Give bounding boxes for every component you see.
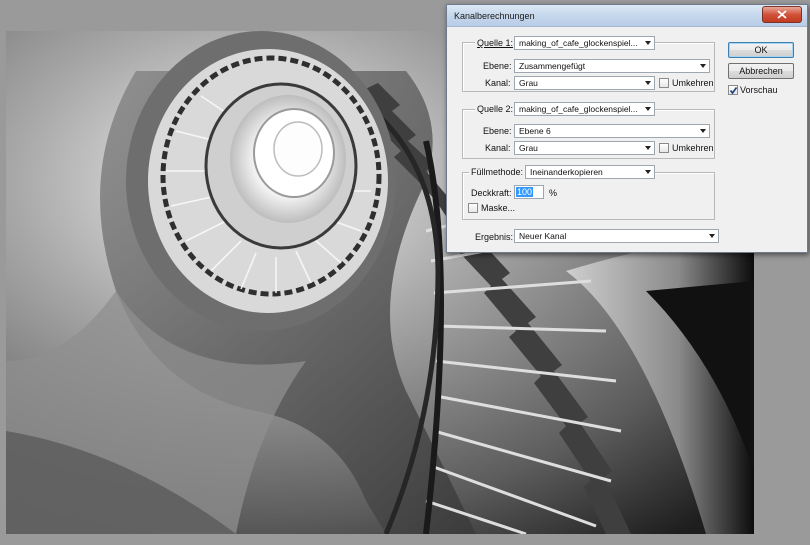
source2-channel-select[interactable]: Grau xyxy=(514,141,655,155)
preview-label: Vorschau xyxy=(740,85,778,95)
result-select[interactable]: Neuer Kanal xyxy=(514,229,719,243)
mask-label: Maske... xyxy=(481,203,516,213)
blend-mode-select[interactable]: Ineinanderkopieren xyxy=(525,165,655,179)
chevron-down-icon xyxy=(645,107,651,111)
opacity-unit: % xyxy=(549,188,558,198)
source2-channel-label: Kanal: xyxy=(485,143,511,153)
source2-layer-label: Ebene: xyxy=(483,126,512,136)
source1-channel-label: Kanal: xyxy=(485,78,511,88)
source1-layer-label: Ebene: xyxy=(483,61,512,71)
preview-checkbox[interactable] xyxy=(728,85,738,95)
source1-invert-label: Umkehren xyxy=(672,78,714,88)
dialog-title: Kanalberechnungen xyxy=(454,11,535,21)
chevron-down-icon xyxy=(645,81,651,85)
source1-invert-checkbox[interactable] xyxy=(659,78,669,88)
cancel-button[interactable]: Abbrechen xyxy=(728,63,794,79)
chevron-down-icon xyxy=(709,234,715,238)
source2-layer-select[interactable]: Ebene 6 xyxy=(514,124,710,138)
chevron-down-icon xyxy=(645,41,651,45)
source2-invert-label: Umkehren xyxy=(672,143,714,153)
close-icon xyxy=(777,10,787,19)
source2-file-select[interactable]: making_of_cafe_glockenspiel... xyxy=(514,102,655,116)
close-button[interactable] xyxy=(762,6,802,23)
dialog-titlebar[interactable]: Kanalberechnungen xyxy=(447,5,807,27)
source1-channel-select[interactable]: Grau xyxy=(514,76,655,90)
source1-file-select[interactable]: making_of_cafe_glockenspiel... xyxy=(514,36,655,50)
source1-layer-select[interactable]: Zusammengefügt xyxy=(514,59,710,73)
calculations-dialog: Kanalberechnungen Quelle 1: making_of_ca… xyxy=(446,4,808,253)
source2-label: Quelle 2: xyxy=(475,104,516,114)
source1-label: Quelle 1: xyxy=(475,38,516,48)
chevron-down-icon xyxy=(700,64,706,68)
blend-mode-label: Füllmethode: xyxy=(469,167,526,177)
chevron-down-icon xyxy=(700,129,706,133)
opacity-input[interactable]: 100 xyxy=(514,185,544,199)
opacity-label: Deckkraft: xyxy=(471,188,512,198)
chevron-down-icon xyxy=(645,170,651,174)
ok-button[interactable]: OK xyxy=(728,42,794,58)
source2-invert-checkbox[interactable] xyxy=(659,143,669,153)
chevron-down-icon xyxy=(645,146,651,150)
result-label: Ergebnis: xyxy=(475,232,514,242)
mask-checkbox[interactable] xyxy=(468,203,478,213)
checkmark-icon xyxy=(729,87,738,95)
